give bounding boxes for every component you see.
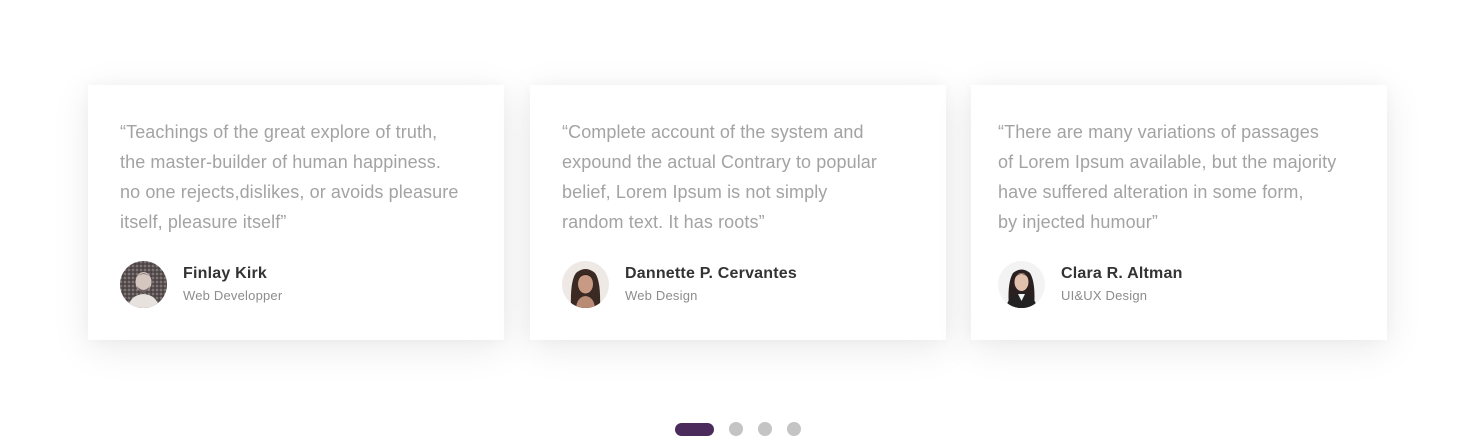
testimonial-author: Finlay Kirk Web Developper xyxy=(120,260,282,308)
carousel-dot-4[interactable] xyxy=(787,422,801,436)
testimonial-author: Clara R. Altman UI&UX Design xyxy=(998,260,1183,308)
testimonial-card: “Teachings of the great explore of truth… xyxy=(88,85,504,340)
avatar xyxy=(562,260,609,308)
carousel-dot-1[interactable] xyxy=(675,422,714,436)
testimonial-quote: “There are many variations of passages o… xyxy=(998,122,1337,232)
carousel-pagination xyxy=(675,422,801,436)
avatar xyxy=(998,260,1045,308)
carousel-dot-2[interactable] xyxy=(729,422,743,436)
testimonial-quote: “Complete account of the system and expo… xyxy=(562,122,878,232)
author-name: Clara R. Altman xyxy=(1061,264,1183,282)
avatar xyxy=(120,260,167,308)
testimonial-card: “Complete account of the system and expo… xyxy=(530,85,946,340)
testimonial-slider: “Teachings of the great explore of truth… xyxy=(0,0,1476,436)
carousel-dot-3[interactable] xyxy=(758,422,772,436)
author-role: Web Design xyxy=(625,287,698,303)
author-name: Finlay Kirk xyxy=(183,264,268,282)
author-role: UI&UX Design xyxy=(1061,287,1148,303)
testimonial-card: “There are many variations of passages o… xyxy=(971,85,1387,340)
testimonial-author: Dannette P. Cervantes Web Design xyxy=(562,260,797,308)
author-role: Web Developper xyxy=(183,287,283,303)
author-name: Dannette P. Cervantes xyxy=(625,264,797,282)
testimonial-quote: “Teachings of the great explore of truth… xyxy=(120,122,459,232)
